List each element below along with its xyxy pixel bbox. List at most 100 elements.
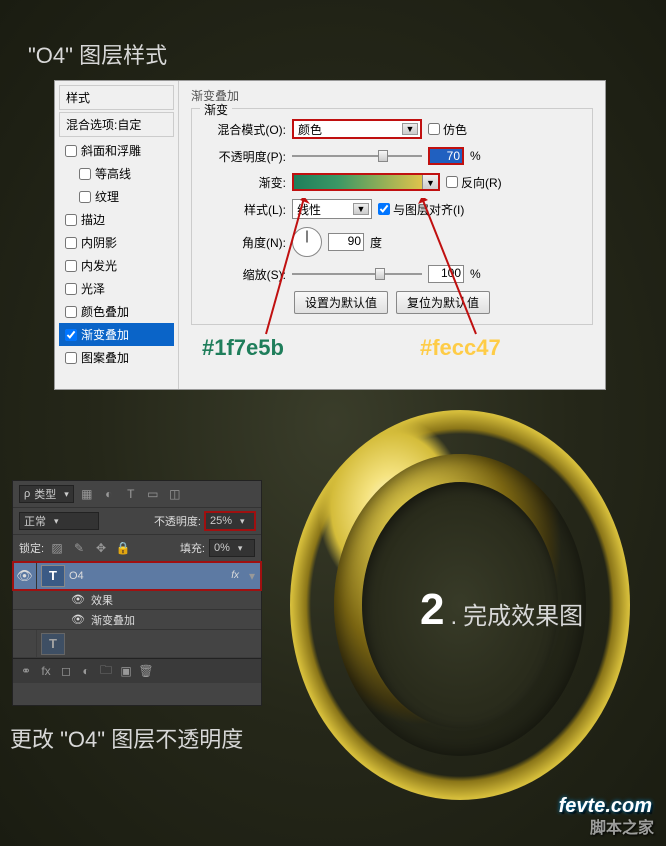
sidebar-item-patternoverlay[interactable]: 图案叠加 — [59, 346, 174, 369]
layer-fill-input[interactable]: 0% — [209, 539, 255, 557]
sidebar-item-contour[interactable]: 等高线 — [59, 162, 174, 185]
checkbox-satin[interactable] — [65, 283, 77, 295]
sidebar-blend-options[interactable]: 混合选项:自定 — [59, 112, 174, 137]
label-scale: 缩放(S): — [202, 266, 286, 283]
fx-icon[interactable]: fx — [37, 662, 55, 680]
sidebar-label: 斜面和浮雕 — [81, 142, 141, 159]
select-blendmode[interactable]: 颜色 — [292, 119, 422, 139]
sidebar-item-coloroverlay[interactable]: 颜色叠加 — [59, 300, 174, 323]
checkbox-align[interactable] — [378, 203, 390, 215]
lock-paint-icon[interactable]: ✎ — [70, 539, 88, 557]
gradient-dropdown-icon[interactable]: ▼ — [422, 175, 438, 189]
fx-expand-icon[interactable]: ▾ — [243, 567, 261, 585]
layer-style-dialog: 样式 混合选项:自定 斜面和浮雕 等高线 纹理 描边 内阴影 内发光 光泽 颜色… — [54, 80, 606, 390]
fx-gradient-row[interactable]: 👁 渐变叠加 — [13, 610, 261, 630]
opacity-input[interactable]: 70 — [428, 147, 464, 165]
filter-smart-icon[interactable]: ◫ — [166, 485, 184, 503]
reset-default-button[interactable]: 复位为默认值 — [396, 291, 490, 314]
slider-thumb[interactable] — [378, 150, 388, 162]
sidebar-label: 光泽 — [81, 280, 105, 297]
eye-icon[interactable]: 👁 — [71, 613, 85, 626]
adjustment-icon[interactable]: ◐ — [77, 662, 95, 680]
sidebar-item-stroke[interactable]: 描边 — [59, 208, 174, 231]
sidebar-item-innershadow[interactable]: 内阴影 — [59, 231, 174, 254]
sidebar-item-innerglow[interactable]: 内发光 — [59, 254, 174, 277]
checkbox-contour[interactable] — [79, 168, 91, 180]
layer-thumb[interactable]: T — [41, 633, 65, 655]
new-layer-icon[interactable]: ▣ — [117, 662, 135, 680]
sidebar-item-satin[interactable]: 光泽 — [59, 277, 174, 300]
filter-shape-icon[interactable]: ▭ — [144, 485, 162, 503]
gradient-preview[interactable]: ▼ — [292, 173, 440, 191]
visibility-toggle[interactable]: 👁 — [13, 562, 37, 589]
select-style[interactable]: 线性 — [292, 199, 372, 219]
folder-icon[interactable]: 🗀 — [97, 662, 115, 680]
angle-input[interactable]: 90 — [328, 233, 364, 251]
filter-adjust-icon[interactable]: ◐ — [100, 485, 118, 503]
checkbox-innershadow[interactable] — [65, 237, 77, 249]
checkbox-texture[interactable] — [79, 191, 91, 203]
lock-all-icon[interactable]: 🔒 — [114, 539, 132, 557]
dot: . — [450, 603, 457, 631]
opacity-slider[interactable] — [292, 155, 422, 157]
reverse-label: 反向(R) — [461, 174, 502, 191]
section-title: 渐变叠加 — [191, 87, 593, 104]
label-gradient: 渐变: — [202, 174, 286, 191]
layers-blend-row: 正常 不透明度: 25% — [13, 508, 261, 535]
step-number: 2 — [420, 585, 444, 635]
dither-check-wrap[interactable]: 仿色 — [428, 121, 467, 138]
title-layer-style: "O4" 图层样式 — [28, 38, 167, 70]
eye-icon[interactable]: 👁 — [71, 593, 85, 606]
color-code-2: #fecc47 — [420, 335, 501, 361]
layer-row-o4[interactable]: 👁 T O4 fx ▾ — [13, 562, 261, 590]
checkbox-dither[interactable] — [428, 123, 440, 135]
layer-thumb[interactable]: T — [41, 565, 65, 587]
fx-badge[interactable]: fx — [231, 570, 243, 581]
filter-kind-select[interactable]: ρ 类型 — [19, 485, 74, 503]
reverse-check-wrap[interactable]: 反向(R) — [446, 174, 502, 191]
layers-lock-row: 锁定: ▨ ✎ ✥ 🔒 填充: 0% — [13, 535, 261, 562]
sidebar-header-styles[interactable]: 样式 — [59, 85, 174, 110]
checkbox-coloroverlay[interactable] — [65, 306, 77, 318]
mask-icon[interactable]: ◻ — [57, 662, 75, 680]
layers-filter-row: ρ 类型 ▦ ◐ T ▭ ◫ — [13, 481, 261, 508]
sidebar-item-texture[interactable]: 纹理 — [59, 185, 174, 208]
set-default-button[interactable]: 设置为默认值 — [294, 291, 388, 314]
angle-dial[interactable] — [292, 227, 322, 257]
trash-icon[interactable]: 🗑 — [137, 662, 155, 680]
sidebar-label: 纹理 — [95, 188, 119, 205]
align-check-wrap[interactable]: 与图层对齐(I) — [378, 201, 464, 218]
layers-footer: ⚭ fx ◻ ◐ 🗀 ▣ 🗑 — [13, 658, 261, 683]
checkbox-patternoverlay[interactable] — [65, 352, 77, 364]
filter-pixel-icon[interactable]: ▦ — [78, 485, 96, 503]
sidebar-label: 描边 — [81, 211, 105, 228]
checkbox-bevel[interactable] — [65, 145, 77, 157]
layer-opacity-input[interactable]: 25% — [205, 512, 255, 530]
blend-mode-select[interactable]: 正常 — [19, 512, 99, 530]
checkbox-gradientoverlay[interactable] — [65, 329, 77, 341]
layer-row-next[interactable]: T — [13, 630, 261, 658]
result-caption: 2 . 完成效果图 — [420, 585, 583, 635]
slider-thumb[interactable] — [375, 268, 385, 280]
dialog-sidebar: 样式 混合选项:自定 斜面和浮雕 等高线 纹理 描边 内阴影 内发光 光泽 颜色… — [55, 81, 179, 389]
link-icon[interactable]: ⚭ — [17, 662, 35, 680]
fx-effects-row[interactable]: 👁 效果 — [13, 590, 261, 610]
scale-slider[interactable] — [292, 273, 422, 275]
lock-label: 锁定: — [19, 540, 44, 556]
sidebar-item-gradientoverlay[interactable]: 渐变叠加 — [59, 323, 174, 346]
checkbox-stroke[interactable] — [65, 214, 77, 226]
kind-label: 类型 — [34, 486, 56, 502]
opacity-label: 不透明度: — [154, 513, 201, 529]
result-label: 完成效果图 — [463, 596, 583, 631]
checkbox-reverse[interactable] — [446, 176, 458, 188]
layer-name[interactable]: O4 — [69, 570, 231, 582]
scale-input[interactable]: 100 — [428, 265, 464, 283]
sidebar-item-bevel[interactable]: 斜面和浮雕 — [59, 139, 174, 162]
filter-type-icon[interactable]: T — [122, 485, 140, 503]
lock-move-icon[interactable]: ✥ — [92, 539, 110, 557]
lock-transparent-icon[interactable]: ▨ — [48, 539, 66, 557]
checkbox-innerglow[interactable] — [65, 260, 77, 272]
title-change-opacity: 更改 "O4" 图层不透明度 — [10, 722, 243, 754]
percent-suffix: % — [470, 267, 481, 281]
visibility-toggle[interactable] — [13, 630, 37, 657]
